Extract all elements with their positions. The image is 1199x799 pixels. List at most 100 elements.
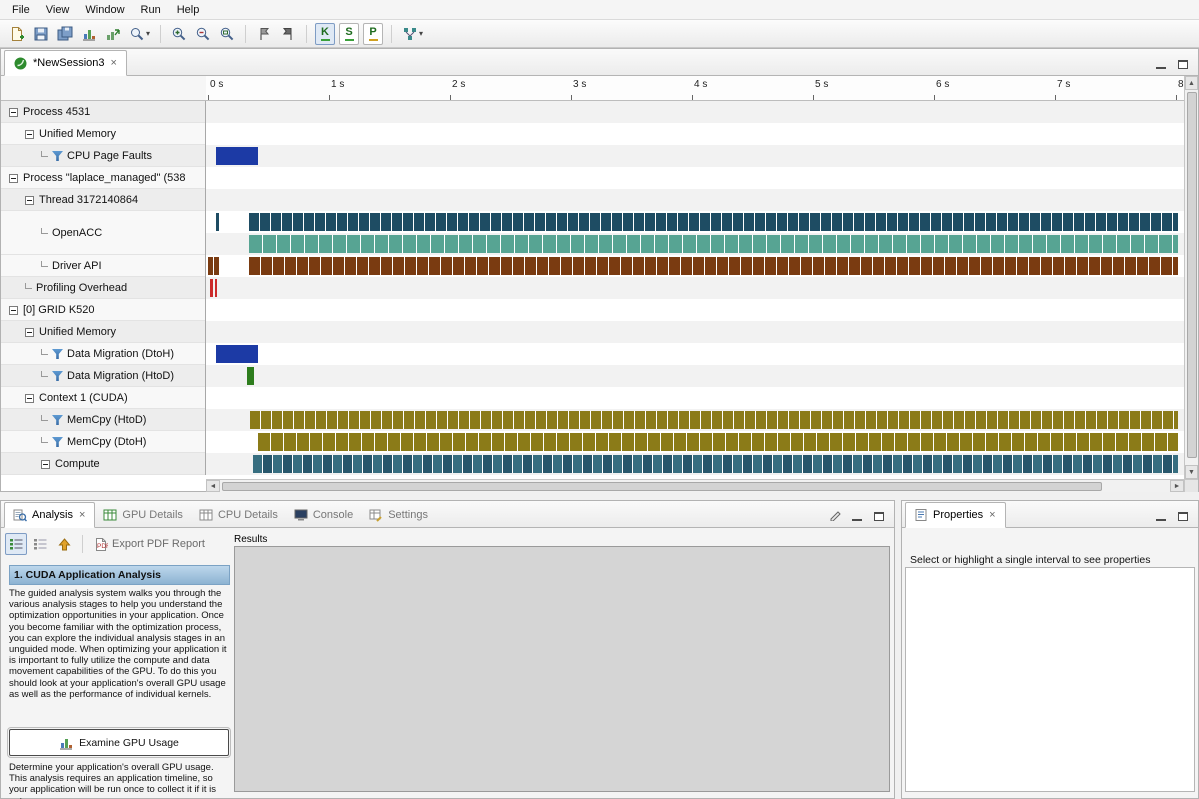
vertical-scrollbar[interactable]: ▲ ▼ (1184, 76, 1198, 479)
filter-icon[interactable] (52, 349, 63, 359)
tree-row-memcpy-dtoh[interactable]: MemCpy (DtoH) (1, 431, 205, 453)
timeline-bar[interactable] (216, 345, 257, 363)
minimize-icon[interactable] (1154, 57, 1168, 69)
tree-row-cpu-page-faults[interactable]: CPU Page Faults (1, 145, 205, 167)
timeline-bar[interactable] (253, 455, 1179, 473)
timeline-lane-data-migration-htod[interactable] (206, 365, 1184, 387)
tab-cpu-details[interactable]: CPU Details (191, 502, 286, 528)
tree-row-thread-3172140864[interactable]: Thread 3172140864 (1, 189, 205, 211)
timeline-bar[interactable] (216, 147, 257, 165)
timeline-lane-openacc[interactable] (206, 211, 1184, 233)
tree-row-0-grid-k520[interactable]: [0] GRID K520 (1, 299, 205, 321)
tree-collapse-icon[interactable] (41, 460, 50, 469)
timeline-bar[interactable] (215, 279, 217, 297)
timeline-ruler[interactable]: 0 s1 s2 s3 s4 s5 s6 s7 s8 (206, 76, 1184, 101)
process-timeline-toggle[interactable]: P (363, 23, 383, 45)
timeline-bar[interactable] (249, 257, 1178, 275)
timeline-lane-0-grid-k520[interactable] (206, 299, 1184, 321)
timeline-bar[interactable] (216, 213, 219, 231)
menu-help[interactable]: Help (169, 2, 208, 18)
timeline-lane-data-migration-dtoh[interactable] (206, 343, 1184, 365)
close-icon[interactable]: × (988, 509, 996, 521)
stream-timeline-toggle[interactable]: S (339, 23, 359, 45)
tree-row-openacc[interactable]: OpenACC (1, 211, 205, 255)
vertical-scrollbar-thumb[interactable] (1187, 92, 1197, 458)
timeline-lane-cpu-page-faults[interactable] (206, 145, 1184, 167)
timeline-lane-driver-api[interactable] (206, 255, 1184, 277)
timeline-lane-openacc[interactable] (206, 233, 1184, 255)
view-menu-icon[interactable] (828, 509, 842, 521)
filter-icon[interactable] (52, 371, 63, 381)
tab-analysis[interactable]: Analysis × (4, 502, 95, 528)
unguided-analysis-icon[interactable] (29, 533, 51, 555)
timeline-lane-process-laplace-managed-538[interactable] (206, 167, 1184, 189)
zoom-fit-icon[interactable] (216, 23, 238, 45)
export-pdf-button[interactable]: PDF Export PDF Report (90, 537, 209, 552)
tree-row-memcpy-htod[interactable]: MemCpy (HtoD) (1, 409, 205, 431)
search-menu-icon[interactable]: ▾ (126, 23, 153, 45)
tree-collapse-icon[interactable] (25, 196, 34, 205)
timeline-lane-memcpy-htod[interactable] (206, 409, 1184, 431)
tree-collapse-icon[interactable] (25, 328, 34, 337)
timeline-lane-context-1-cuda[interactable] (206, 387, 1184, 409)
minimize-icon[interactable] (1154, 509, 1168, 521)
tree-row-profiling-overhead[interactable]: Profiling Overhead (1, 277, 205, 299)
tree-row-data-migration-dtoh[interactable]: Data Migration (DtoH) (1, 343, 205, 365)
timeline-lane-unified-memory[interactable] (206, 321, 1184, 343)
timeline-lane-process-4531[interactable] (206, 101, 1184, 123)
timeline-lane-compute[interactable] (206, 453, 1184, 475)
tree-row-context-1-cuda[interactable]: Context 1 (CUDA) (1, 387, 205, 409)
timeline-bar[interactable] (250, 411, 1178, 429)
timeline-bar[interactable] (249, 213, 1178, 231)
save-icon[interactable] (30, 23, 52, 45)
tab-properties[interactable]: Properties × (905, 502, 1006, 528)
tree-collapse-icon[interactable] (9, 174, 18, 183)
menu-window[interactable]: Window (77, 2, 132, 18)
guided-analysis-icon[interactable] (5, 533, 27, 555)
zoom-out-icon[interactable] (192, 23, 214, 45)
maximize-icon[interactable] (872, 509, 886, 521)
close-icon[interactable]: × (110, 57, 118, 69)
scroll-up-icon[interactable]: ▲ (1185, 76, 1198, 90)
zoom-in-icon[interactable] (168, 23, 190, 45)
tab-console[interactable]: Console (286, 502, 361, 528)
scroll-down-icon[interactable]: ▼ (1185, 465, 1198, 479)
horizontal-scrollbar[interactable]: ◄ ► (206, 479, 1184, 492)
tree-row-unified-memory[interactable]: Unified Memory (1, 321, 205, 343)
filter-icon[interactable] (52, 437, 63, 447)
maximize-icon[interactable] (1176, 57, 1190, 69)
timeline-bar[interactable] (210, 279, 212, 297)
maximize-icon[interactable] (1176, 509, 1190, 521)
marker-next-icon[interactable] (277, 23, 299, 45)
save-all-icon[interactable] (54, 23, 76, 45)
scroll-left-icon[interactable]: ◄ (206, 480, 220, 492)
session-tab[interactable]: *NewSession3 × (4, 50, 127, 76)
close-icon[interactable]: × (78, 509, 86, 521)
marker-prev-icon[interactable] (253, 23, 275, 45)
timeline-bar[interactable] (247, 367, 254, 385)
tree-row-data-migration-htod[interactable]: Data Migration (HtoD) (1, 365, 205, 387)
tab-gpu-details[interactable]: GPU Details (95, 502, 191, 528)
tree-collapse-icon[interactable] (9, 306, 18, 315)
collapse-all-icon[interactable] (53, 533, 75, 555)
scroll-right-icon[interactable]: ► (1170, 480, 1184, 492)
menu-run[interactable]: Run (133, 2, 169, 18)
tree-row-compute[interactable]: Compute (1, 453, 205, 475)
examine-gpu-usage-button[interactable]: Examine GPU Usage (9, 729, 229, 756)
minimize-icon[interactable] (850, 509, 864, 521)
kernel-timeline-toggle[interactable]: K (315, 23, 335, 45)
tree-collapse-icon[interactable] (25, 394, 34, 403)
timeline-chart-icon[interactable] (78, 23, 100, 45)
timeline-bar[interactable] (249, 235, 1178, 253)
tree-collapse-icon[interactable] (9, 108, 18, 117)
tree-collapse-icon[interactable] (25, 130, 34, 139)
timeline-bar[interactable] (208, 257, 219, 275)
tree-row-driver-api[interactable]: Driver API (1, 255, 205, 277)
export-results-icon[interactable] (102, 23, 124, 45)
timeline-lane-unified-memory[interactable] (206, 123, 1184, 145)
timeline-bar[interactable] (258, 433, 1179, 451)
timeline-lane-memcpy-dtoh[interactable] (206, 431, 1184, 453)
filter-icon[interactable] (52, 415, 63, 425)
horizontal-scrollbar-thumb[interactable] (222, 482, 1102, 491)
filter-icon[interactable] (52, 151, 63, 161)
